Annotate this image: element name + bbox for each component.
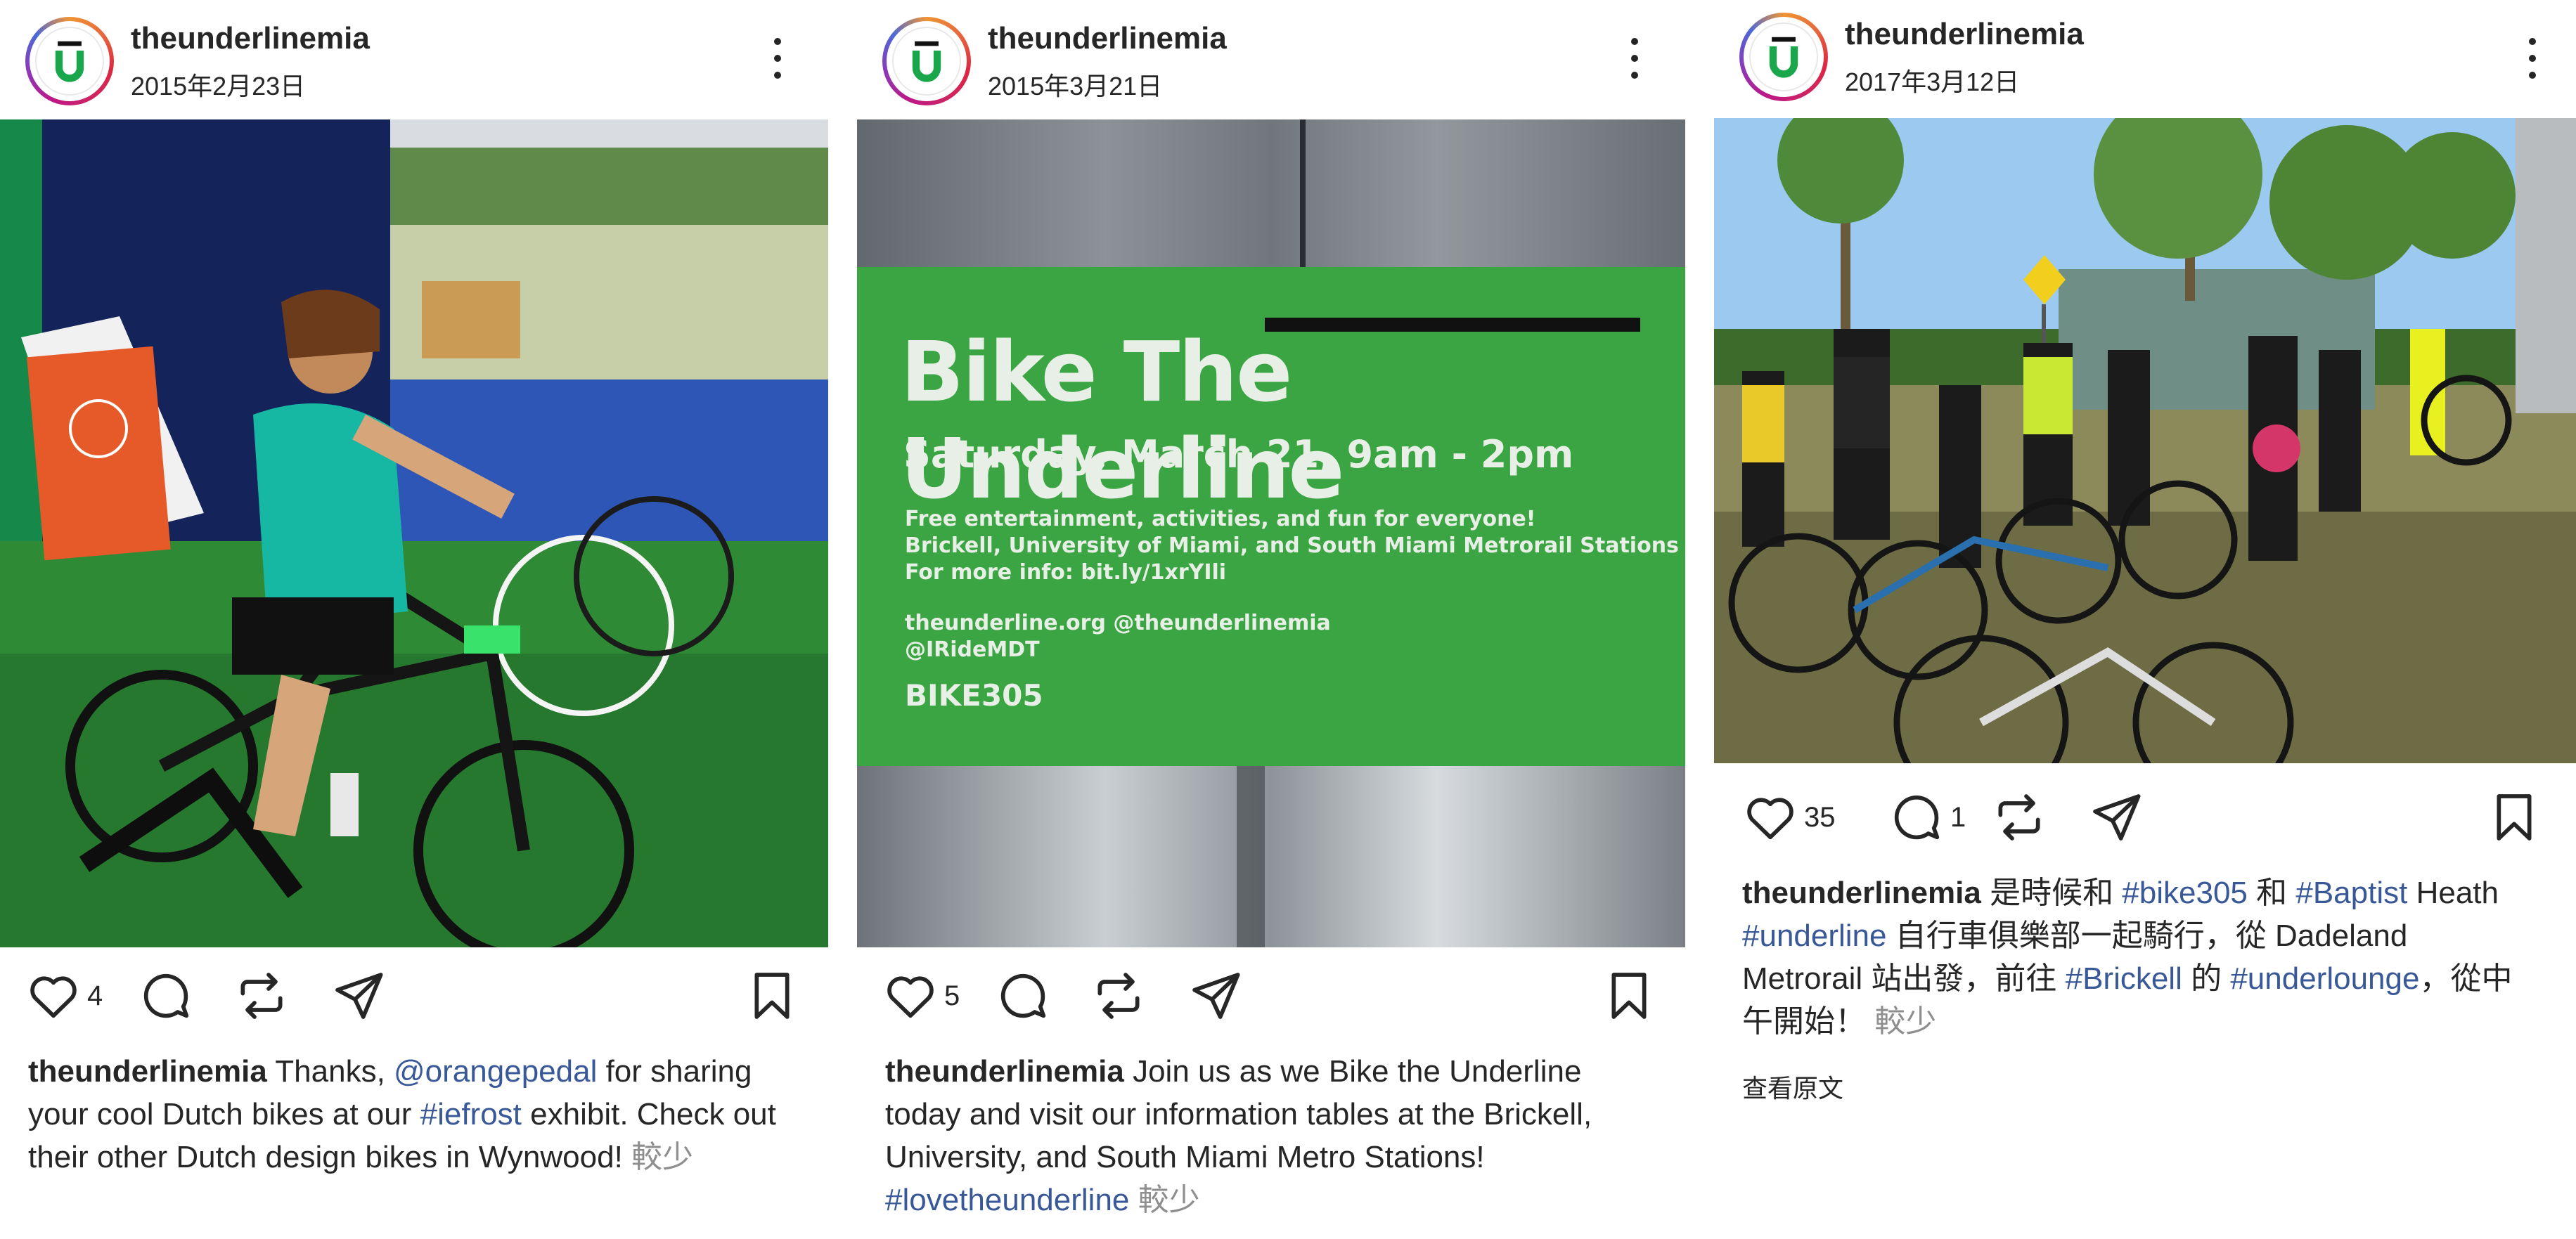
caption-text: Heath (2407, 876, 2499, 910)
share-button[interactable] (2088, 786, 2144, 849)
share-button[interactable] (1187, 964, 1244, 1027)
caption-text: Thanks, (266, 1054, 394, 1089)
repost-button[interactable] (233, 964, 290, 1027)
post-card-3: theunderlinemia 2017年3月12日 35 1 theunder… (1714, 0, 2576, 1239)
caption-hashtag[interactable]: #bike305 (2122, 876, 2248, 910)
comment-button[interactable]: 1 (1888, 786, 1966, 849)
post-header: theunderlinemia 2015年2月23日 (0, 0, 828, 119)
caption-username[interactable]: theunderlinemia (1742, 876, 1981, 910)
poster-title: Bike The Underline (901, 323, 1344, 517)
underline-logo-icon (55, 41, 84, 82)
post-username[interactable]: theunderlinemia (988, 21, 1227, 56)
poster-line: For more info: bit.ly/1xrYIli (905, 560, 1227, 585)
post-header: theunderlinemia 2015年3月21日 (857, 0, 1685, 119)
poster-line: theunderline.org @theunderlinemia (905, 611, 1331, 635)
poster-line: @IRideMDT (905, 637, 1040, 662)
poster-line: Free entertainment, activities, and fun … (905, 507, 1536, 531)
post-header: theunderlinemia 2017年3月12日 (1714, 0, 2576, 119)
more-vertical-icon[interactable] (2524, 38, 2541, 83)
caption-hashtag[interactable]: #iefrost (420, 1097, 522, 1131)
save-button[interactable] (744, 964, 800, 1027)
comment-button[interactable] (995, 964, 1051, 1027)
more-vertical-icon[interactable] (769, 38, 786, 83)
post-actions: 35 1 (1714, 786, 2576, 856)
like-button[interactable]: 4 (25, 964, 103, 1027)
post-caption: theunderlinemia Thanks, @orangepedal for… (28, 1050, 800, 1179)
post-photo[interactable] (0, 119, 828, 947)
underline-logo-icon (912, 41, 941, 82)
like-count[interactable]: 35 (1804, 802, 1836, 833)
send-icon (335, 973, 383, 1019)
bookmark-icon (2497, 794, 2532, 841)
see-original-link[interactable]: 查看原文 (1742, 1068, 1843, 1105)
post-actions: 5 (857, 964, 1685, 1034)
caption-hashtag[interactable]: #Baptist (2295, 876, 2407, 910)
post-photo[interactable] (1714, 118, 2576, 763)
comment-icon (143, 973, 189, 1018)
send-icon (2093, 794, 2141, 841)
caption-text: 和 (2247, 876, 2296, 910)
heart-icon (1747, 798, 1793, 840)
repost-icon (240, 973, 283, 1019)
show-less-link[interactable]: 較少 (1874, 1004, 1936, 1039)
caption-mention[interactable]: @orangepedal (394, 1054, 597, 1089)
heart-icon (887, 976, 934, 1018)
post-username[interactable]: theunderlinemia (1845, 17, 2084, 52)
post-caption: theunderlinemia Join us as we Bike the U… (885, 1050, 1657, 1221)
like-count[interactable]: 5 (944, 980, 960, 1012)
post-actions: 4 (0, 964, 828, 1034)
caption-hashtag[interactable]: #Brickell (2066, 961, 2182, 996)
post-card-2: theunderlinemia 2015年3月21日 Bike The Unde… (857, 0, 1685, 1239)
more-vertical-icon[interactable] (1626, 38, 1643, 83)
comment-count[interactable]: 1 (1950, 802, 1966, 833)
poster-line: Brickell, University of Miami, and South… (905, 533, 1679, 558)
share-button[interactable] (330, 964, 387, 1027)
post-username[interactable]: theunderlinemia (131, 21, 370, 56)
repost-button[interactable] (1090, 964, 1147, 1027)
save-button[interactable] (1601, 964, 1657, 1027)
poster-subtitle: Saturday, March 21, 9am - 2pm (903, 432, 1574, 476)
post-date: 2015年3月21日 (988, 72, 1163, 100)
comment-button[interactable] (138, 964, 194, 1027)
show-less-link[interactable]: 較少 (1138, 1183, 1200, 1217)
bookmark-icon (754, 973, 790, 1019)
like-button[interactable]: 5 (882, 964, 960, 1027)
repost-icon (1998, 794, 2040, 841)
caption-hashtag[interactable]: #lovetheunderline (885, 1183, 1129, 1217)
repost-button[interactable] (1991, 786, 2047, 849)
comment-icon (1000, 973, 1046, 1018)
avatar[interactable] (882, 17, 971, 105)
caption-text: 是時候和 (1981, 876, 2123, 910)
poster-logo: BIKE305 (905, 678, 1043, 713)
bookmark-icon (1611, 973, 1647, 1019)
repost-icon (1097, 973, 1140, 1019)
caption-username[interactable]: theunderlinemia (885, 1054, 1124, 1089)
comment-icon (1894, 795, 1940, 840)
caption-hashtag[interactable]: #underline (1742, 919, 1887, 953)
caption-hashtag[interactable]: #underlounge (2230, 961, 2419, 996)
send-icon (1192, 973, 1240, 1019)
avatar[interactable] (1739, 13, 1828, 101)
avatar[interactable] (25, 17, 114, 105)
caption-text: 的 (2182, 961, 2231, 996)
post-date: 2017年3月12日 (1845, 67, 2020, 96)
show-less-link[interactable]: 較少 (631, 1140, 693, 1174)
post-photo[interactable]: Bike The Underline Saturday, March 21, 9… (857, 119, 1685, 947)
poster-details: Free entertainment, activities, and fun … (905, 506, 1679, 663)
post-card-1: theunderlinemia 2015年2月23日 4 theunderlin… (0, 0, 828, 1239)
heart-icon (30, 976, 77, 1018)
save-button[interactable] (2486, 786, 2542, 849)
post-caption: theunderlinemia 是時候和 #bike305 和 #Baptist… (1742, 871, 2534, 1043)
like-button[interactable]: 35 (1742, 786, 1836, 849)
underline-logo-icon (1769, 37, 1798, 78)
post-date: 2015年2月23日 (131, 72, 306, 100)
caption-username[interactable]: theunderlinemia (28, 1054, 267, 1089)
like-count[interactable]: 4 (87, 980, 103, 1012)
